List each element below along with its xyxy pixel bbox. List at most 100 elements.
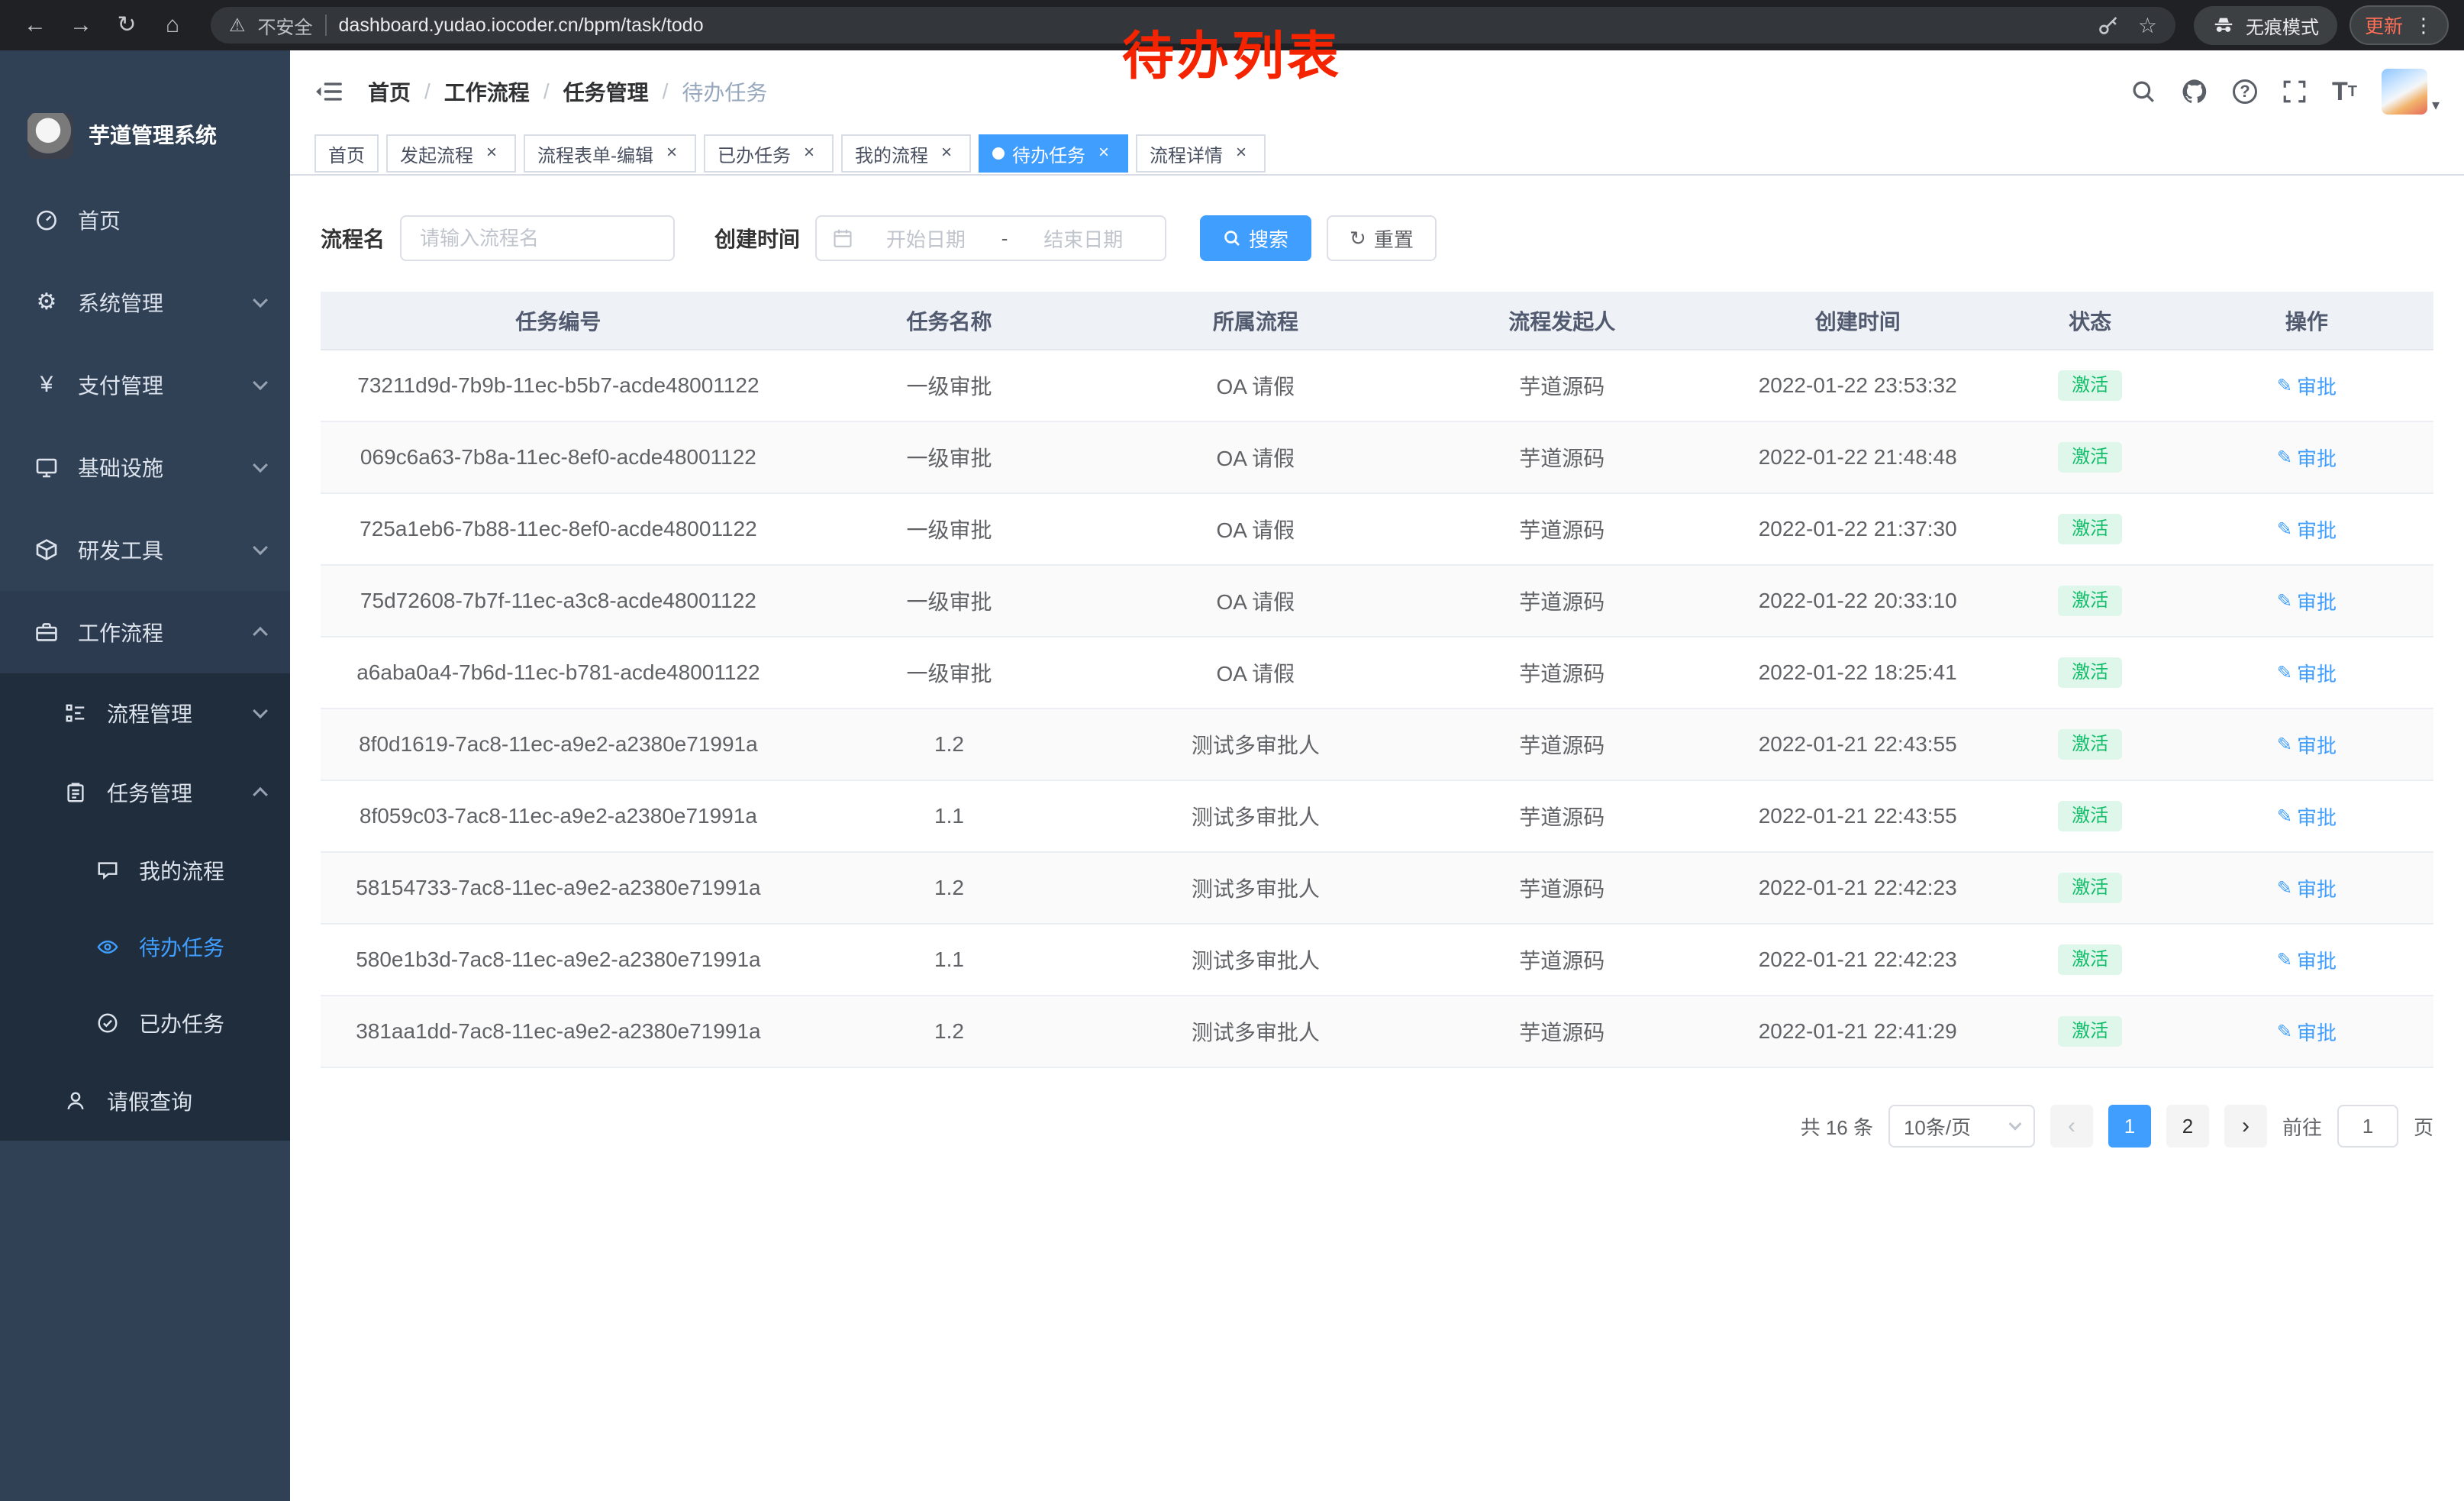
tab-todo-tasks[interactable]: 待办任务 × bbox=[979, 134, 1128, 173]
approve-link[interactable]: ✎审批 bbox=[2277, 444, 2337, 472]
cell-process: 测试多审批人 bbox=[1102, 996, 1408, 1067]
date-range-picker[interactable]: 开始日期 - 结束日期 bbox=[815, 215, 1166, 261]
sidebar-item-workflow[interactable]: 工作流程 bbox=[0, 591, 290, 673]
table-row[interactable]: 58154733-7ac8-11ec-a9e2-a2380e71991a 1.2… bbox=[321, 852, 2433, 924]
close-icon[interactable]: × bbox=[661, 143, 682, 164]
sidebar-item-home[interactable]: 首页 bbox=[0, 179, 290, 261]
browser-back-icon[interactable]: ← bbox=[15, 5, 55, 45]
tab-done-tasks[interactable]: 已办任务 × bbox=[704, 134, 834, 173]
start-date-placeholder: 开始日期 bbox=[859, 224, 992, 253]
approve-link[interactable]: ✎审批 bbox=[2277, 587, 2337, 615]
yen-icon: ¥ bbox=[34, 372, 60, 398]
sidebar-item-my-processes[interactable]: 我的流程 bbox=[0, 832, 290, 909]
clipboard-icon bbox=[63, 780, 89, 805]
search-button[interactable]: 搜索 bbox=[1200, 215, 1311, 261]
update-label: 更新 bbox=[2365, 11, 2403, 39]
approve-link[interactable]: ✎审批 bbox=[2277, 946, 2337, 974]
table-row[interactable]: 725a1eb6-7b88-11ec-8ef0-acde48001122 一级审… bbox=[321, 493, 2433, 565]
page-button-2[interactable]: 2 bbox=[2166, 1105, 2209, 1148]
table-row[interactable]: 8f059c03-7ac8-11ec-a9e2-a2380e71991a 1.1… bbox=[321, 780, 2433, 852]
sidebar-item-process-management[interactable]: 流程管理 bbox=[0, 673, 290, 753]
cell-task-name: 1.2 bbox=[796, 852, 1102, 924]
cell-task-id: 580e1b3d-7ac8-11ec-a9e2-a2380e71991a bbox=[321, 924, 796, 996]
cube-icon bbox=[34, 537, 60, 563]
close-icon[interactable]: × bbox=[1093, 143, 1114, 164]
sidebar-toggle-icon[interactable] bbox=[314, 79, 343, 105]
reset-button[interactable]: ↻ 重置 bbox=[1327, 215, 1437, 261]
cell-task-id: 069c6a63-7b8a-11ec-8ef0-acde48001122 bbox=[321, 421, 796, 493]
next-page-button[interactable]: › bbox=[2224, 1105, 2267, 1148]
sidebar-item-devtools[interactable]: 研发工具 bbox=[0, 508, 290, 591]
table-row[interactable]: 580e1b3d-7ac8-11ec-a9e2-a2380e71991a 1.1… bbox=[321, 924, 2433, 996]
table-row[interactable]: a6aba0a4-7b6d-11ec-b781-acde48001122 一级审… bbox=[321, 637, 2433, 709]
password-key-icon[interactable] bbox=[2097, 14, 2120, 37]
browser-update-button[interactable]: 更新 ⋮ bbox=[2350, 5, 2449, 45]
cell-created: 2022-01-22 20:33:10 bbox=[1715, 565, 2001, 637]
search-icon[interactable] bbox=[2130, 79, 2156, 105]
filter-bar: 流程名 创建时间 开始日期 - 结束日期 bbox=[321, 215, 2433, 261]
close-icon[interactable]: × bbox=[936, 143, 957, 164]
table-row[interactable]: 73211d9d-7b9b-11ec-b5b7-acde48001122 一级审… bbox=[321, 350, 2433, 421]
cell-task-id: 75d72608-7b7f-11ec-a3c8-acde48001122 bbox=[321, 565, 796, 637]
process-name-input[interactable] bbox=[400, 215, 675, 261]
approve-link[interactable]: ✎审批 bbox=[2277, 659, 2337, 687]
browser-menu-icon[interactable]: ⋮ bbox=[2414, 14, 2433, 37]
user-menu[interactable]: ▾ bbox=[2382, 69, 2440, 115]
browser-reload-icon[interactable]: ↻ bbox=[107, 5, 147, 45]
page-button-1[interactable]: 1 bbox=[2108, 1105, 2151, 1148]
sidebar-item-system[interactable]: ⚙ 系统管理 bbox=[0, 261, 290, 344]
approve-link[interactable]: ✎审批 bbox=[2277, 874, 2337, 902]
page-size-select[interactable]: 10条/页 bbox=[1888, 1105, 2035, 1148]
sidebar-item-infrastructure[interactable]: 基础设施 bbox=[0, 426, 290, 508]
app-logo-row[interactable]: 芋道管理系统 bbox=[0, 50, 290, 179]
col-status: 状态 bbox=[2001, 292, 2180, 350]
github-icon[interactable] bbox=[2181, 78, 2208, 105]
task-table: 任务编号 任务名称 所属流程 流程发起人 创建时间 状态 操作 73211d9d… bbox=[321, 292, 2433, 1068]
bookmark-star-icon[interactable]: ☆ bbox=[2138, 13, 2157, 38]
breadcrumb-workflow[interactable]: 工作流程 bbox=[444, 76, 530, 107]
sidebar-item-done-tasks[interactable]: 已办任务 bbox=[0, 985, 290, 1061]
approve-link[interactable]: ✎审批 bbox=[2277, 802, 2337, 831]
breadcrumb-task-management[interactable]: 任务管理 bbox=[563, 76, 649, 107]
monitor-icon bbox=[34, 454, 60, 480]
pen-icon: ✎ bbox=[2277, 447, 2292, 469]
chat-bubble-icon bbox=[95, 857, 121, 883]
sidebar-item-todo-tasks[interactable]: 待办任务 bbox=[0, 909, 290, 985]
prev-page-button[interactable]: ‹ bbox=[2050, 1105, 2093, 1148]
table-row[interactable]: 381aa1dd-7ac8-11ec-a9e2-a2380e71991a 1.2… bbox=[321, 996, 2433, 1067]
sidebar-item-payment[interactable]: ¥ 支付管理 bbox=[0, 344, 290, 426]
goto-page-input[interactable] bbox=[2337, 1105, 2398, 1148]
table-row[interactable]: 069c6a63-7b8a-11ec-8ef0-acde48001122 一级审… bbox=[321, 421, 2433, 493]
approve-link[interactable]: ✎审批 bbox=[2277, 731, 2337, 759]
tab-process-form-edit[interactable]: 流程表单-编辑 × bbox=[524, 134, 696, 173]
approve-link[interactable]: ✎审批 bbox=[2277, 372, 2337, 400]
tab-my-processes[interactable]: 我的流程 × bbox=[841, 134, 971, 173]
refresh-icon: ↻ bbox=[1350, 228, 1366, 248]
breadcrumb-separator: / bbox=[543, 79, 550, 104]
breadcrumb-home[interactable]: 首页 bbox=[368, 76, 411, 107]
fullscreen-icon[interactable] bbox=[2282, 79, 2308, 105]
browser-forward-icon[interactable]: → bbox=[61, 5, 101, 45]
close-icon[interactable]: × bbox=[798, 143, 820, 164]
tab-home[interactable]: 首页 bbox=[314, 134, 379, 173]
close-icon[interactable]: × bbox=[1230, 143, 1252, 164]
top-navbar: 首页 / 工作流程 / 任务管理 / 待办任务 bbox=[290, 50, 2464, 133]
tab-start-process[interactable]: 发起流程 × bbox=[386, 134, 516, 173]
font-size-icon[interactable]: TT bbox=[2332, 79, 2357, 105]
cell-created: 2022-01-22 21:37:30 bbox=[1715, 493, 2001, 565]
tab-process-detail[interactable]: 流程详情 × bbox=[1136, 134, 1266, 173]
sidebar-item-leave-query[interactable]: 请假查询 bbox=[0, 1061, 290, 1141]
table-row[interactable]: 75d72608-7b7f-11ec-a3c8-acde48001122 一级审… bbox=[321, 565, 2433, 637]
avatar[interactable] bbox=[2382, 69, 2427, 115]
approve-link[interactable]: ✎审批 bbox=[2277, 1018, 2337, 1046]
browser-home-icon[interactable]: ⌂ bbox=[153, 5, 192, 45]
sidebar-item-task-management[interactable]: 任务管理 bbox=[0, 753, 290, 832]
approve-link[interactable]: ✎审批 bbox=[2277, 515, 2337, 544]
help-icon[interactable]: ? bbox=[2233, 79, 2257, 104]
goto-page-suffix: 页 bbox=[2414, 1112, 2433, 1141]
chevron-down-icon bbox=[253, 457, 268, 473]
pen-icon: ✎ bbox=[2277, 949, 2292, 971]
table-row[interactable]: 8f0d1619-7ac8-11ec-a9e2-a2380e71991a 1.2… bbox=[321, 709, 2433, 780]
calendar-icon bbox=[832, 228, 853, 249]
close-icon[interactable]: × bbox=[481, 143, 502, 164]
